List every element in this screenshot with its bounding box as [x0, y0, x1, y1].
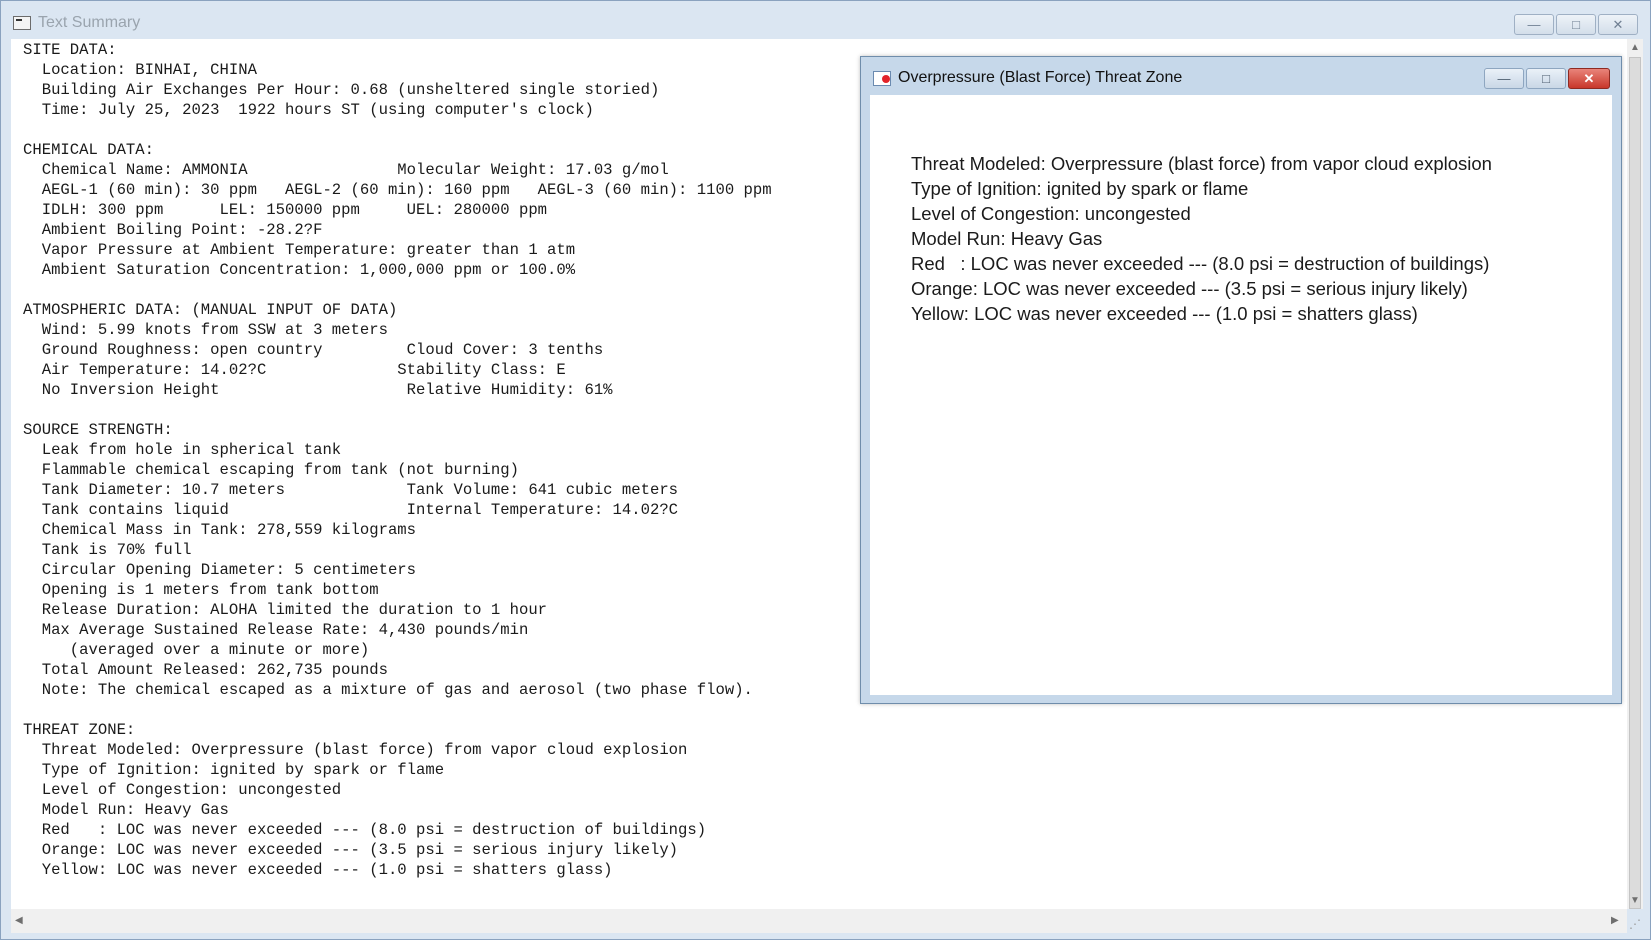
- threat-zone-window: Overpressure (Blast Force) Threat Zone —…: [860, 56, 1622, 704]
- summary-line: Chemical Name: AMMONIA Molecular Weight:…: [23, 161, 669, 179]
- threat-zone-line: Type of Ignition: ignited by spark or fl…: [911, 178, 1249, 199]
- scroll-up-arrow-icon[interactable]: ▲: [1630, 42, 1640, 54]
- summary-line: No Inversion Height Relative Humidity: 6…: [23, 381, 613, 399]
- summary-line: Model Run: Heavy Gas: [23, 801, 229, 819]
- summary-line: Type of Ignition: ignited by spark or fl…: [23, 761, 445, 779]
- summary-line: CHEMICAL DATA:: [23, 141, 155, 159]
- threat-zone-line: Threat Modeled: Overpressure (blast forc…: [911, 153, 1492, 174]
- summary-line: Wind: 5.99 knots from SSW at 3 meters: [23, 321, 388, 339]
- text-summary-icon: [13, 16, 31, 30]
- summary-line: Tank contains liquid Internal Temperatur…: [23, 501, 679, 519]
- threat-zone-line: Level of Congestion: uncongested: [911, 203, 1191, 224]
- summary-line: THREAT ZONE:: [23, 721, 136, 739]
- vertical-scrollbar[interactable]: ▲ ▼: [1627, 39, 1643, 909]
- summary-line: Opening is 1 meters from tank bottom: [23, 581, 379, 599]
- threat-zone-content: Threat Modeled: Overpressure (blast forc…: [870, 95, 1612, 695]
- minimize-button[interactable]: —: [1514, 14, 1554, 35]
- summary-text: SITE DATA: Location: BINHAI, CHINA Build…: [23, 40, 772, 880]
- summary-line: Orange: LOC was never exceeded --- (3.5 …: [23, 841, 679, 859]
- summary-line: Tank Diameter: 10.7 meters Tank Volume: …: [23, 481, 679, 499]
- summary-line: Note: The chemical escaped as a mixture …: [23, 681, 753, 699]
- summary-line: Total Amount Released: 262,735 pounds: [23, 661, 388, 679]
- summary-line: AEGL-1 (60 min): 30 ppm AEGL-2 (60 min):…: [23, 181, 772, 199]
- title-bar[interactable]: Text Summary — □ ✕: [1, 1, 1650, 39]
- summary-line: Ground Roughness: open country Cloud Cov…: [23, 341, 604, 359]
- summary-line: Release Duration: ALOHA limited the dura…: [23, 601, 548, 619]
- child-maximize-button[interactable]: □: [1526, 68, 1566, 89]
- summary-line: Chemical Mass in Tank: 278,559 kilograms: [23, 521, 417, 539]
- summary-line: Red : LOC was never exceeded --- (8.0 ps…: [23, 821, 707, 839]
- summary-line: Ambient Boiling Point: -28.2?F: [23, 221, 323, 239]
- scroll-down-arrow-icon[interactable]: ▼: [1630, 895, 1640, 907]
- summary-line: Air Temperature: 14.02?C Stability Class…: [23, 361, 566, 379]
- child-close-button[interactable]: ✕: [1568, 68, 1610, 89]
- summary-line: Leak from hole in spherical tank: [23, 441, 342, 459]
- summary-line: SITE DATA:: [23, 41, 117, 59]
- summary-line: Building Air Exchanges Per Hour: 0.68 (u…: [23, 81, 660, 99]
- summary-line: SOURCE STRENGTH:: [23, 421, 173, 439]
- summary-line: Yellow: LOC was never exceeded --- (1.0 …: [23, 861, 613, 879]
- threat-zone-line: Yellow: LOC was never exceeded --- (1.0 …: [911, 303, 1418, 324]
- summary-line: Time: July 25, 2023 1922 hours ST (using…: [23, 101, 594, 119]
- summary-line: Max Average Sustained Release Rate: 4,43…: [23, 621, 529, 639]
- summary-line: Circular Opening Diameter: 5 centimeters: [23, 561, 417, 579]
- summary-line: Vapor Pressure at Ambient Temperature: g…: [23, 241, 576, 259]
- child-window-title: Overpressure (Blast Force) Threat Zone: [898, 69, 1183, 86]
- threat-zone-text: Threat Modeled: Overpressure (blast forc…: [911, 151, 1492, 326]
- child-minimize-button[interactable]: —: [1484, 68, 1524, 89]
- horizontal-scroll-thumb[interactable]: [27, 911, 1611, 927]
- summary-line: IDLH: 300 ppm LEL: 150000 ppm UEL: 28000…: [23, 201, 548, 219]
- vertical-scroll-thumb[interactable]: [1629, 57, 1641, 909]
- summary-line: Flammable chemical escaping from tank (n…: [23, 461, 519, 479]
- maximize-button[interactable]: □: [1556, 14, 1596, 35]
- summary-line: Location: BINHAI, CHINA: [23, 61, 257, 79]
- threat-zone-line: Model Run: Heavy Gas: [911, 228, 1103, 249]
- window-title: Text Summary: [38, 14, 141, 31]
- threat-zone-line: Orange: LOC was never exceeded --- (3.5 …: [911, 278, 1468, 299]
- resize-grip-icon[interactable]: ⋰: [1629, 917, 1643, 931]
- summary-line: Level of Congestion: uncongested: [23, 781, 342, 799]
- scroll-right-arrow-icon[interactable]: ▶: [1611, 915, 1619, 927]
- summary-line: Threat Modeled: Overpressure (blast forc…: [23, 741, 688, 759]
- close-button[interactable]: ✕: [1598, 14, 1638, 35]
- aloha-map-icon: [873, 71, 891, 86]
- child-title-bar[interactable]: Overpressure (Blast Force) Threat Zone —…: [861, 57, 1621, 95]
- summary-line: (averaged over a minute or more): [23, 641, 370, 659]
- summary-line: Tank is 70% full: [23, 541, 192, 559]
- summary-line: ATMOSPHERIC DATA: (MANUAL INPUT OF DATA): [23, 301, 398, 319]
- scroll-left-arrow-icon[interactable]: ◀: [15, 915, 23, 927]
- horizontal-scrollbar[interactable]: ◀ ▶: [11, 909, 1627, 933]
- summary-line: Ambient Saturation Concentration: 1,000,…: [23, 261, 576, 279]
- threat-zone-line: Red : LOC was never exceeded --- (8.0 ps…: [911, 253, 1490, 274]
